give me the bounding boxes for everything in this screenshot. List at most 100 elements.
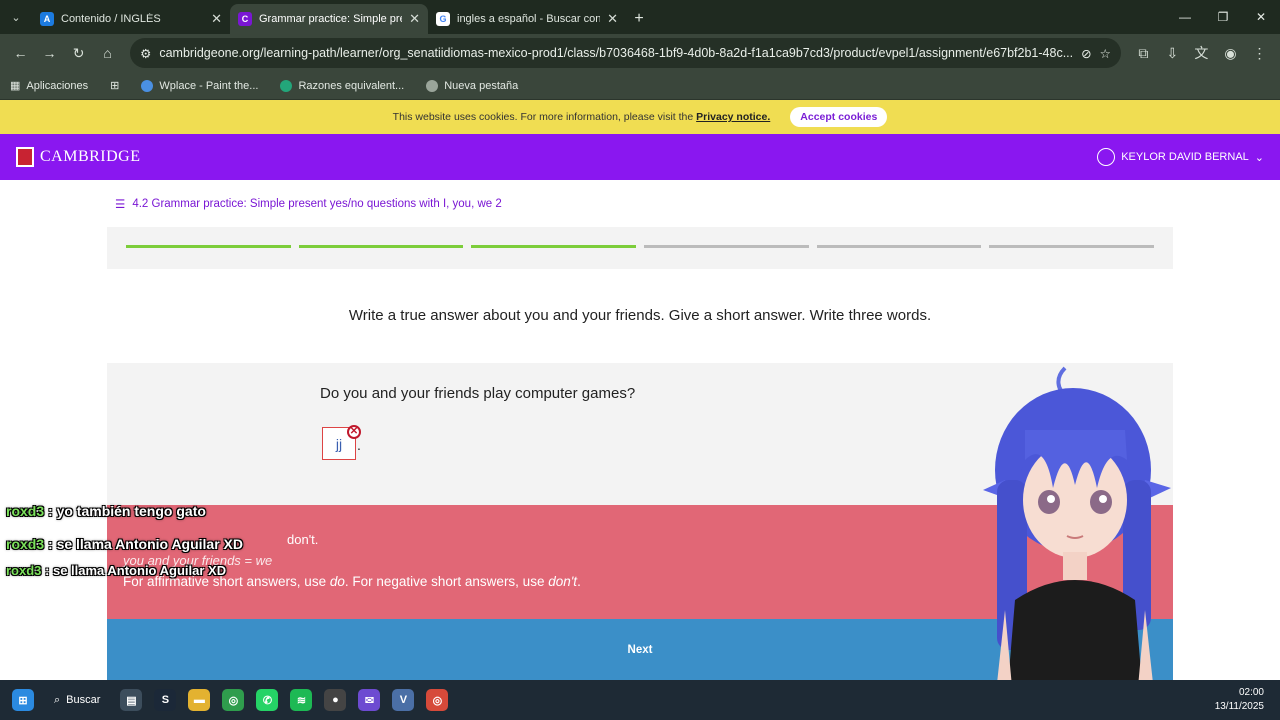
razones-icon [280,79,293,92]
chevron-down-icon: ⌄ [1254,151,1264,164]
chrome-alt-icon[interactable]: ◎ [426,689,449,711]
bookmark-label: Razones equivalent... [298,79,405,92]
browser-toolbar: ← → ↻ ⌂ ⚙ cambridgeone.org/learning-path… [0,34,1280,72]
forward-icon[interactable]: → [37,39,62,67]
chat-user: roxd3 [6,503,45,519]
rule-text: . For negative short answers, use [344,574,549,589]
tab-contenido[interactable]: A Contenido / INGLÉS ✕ [32,4,230,34]
bookmark-wplace[interactable]: Wplace - Paint the... [141,79,259,92]
tab-search-button[interactable]: ⌄ [0,0,32,34]
wplace-icon [141,79,154,92]
bookmark-label: Wplace - Paint the... [159,79,259,92]
grid-icon: ⊞ [110,80,120,92]
tab-favicon-icon: A [40,12,54,26]
privacy-notice-link[interactable]: Privacy notice. [696,111,770,123]
taskbar: ⊞ ⌕ Buscar ▤ S ▬ ◎ ✆ ≋ ● ✉ V ◎ [0,680,1280,720]
progress-segment [989,245,1155,248]
extensions-icon[interactable]: ⧉ [1131,39,1156,67]
back-icon[interactable]: ← [8,39,33,67]
site-info-icon[interactable]: ⚙ [140,46,151,61]
cookie-text: This website uses cookies. For more info… [392,111,694,123]
question-text: Do you and your friends play computer ga… [320,385,636,402]
chat-text: : se llama Antonio Aguilar XD [41,563,227,578]
address-bar[interactable]: ⚙ cambridgeone.org/learning-path/learner… [130,38,1121,68]
maximize-icon[interactable]: ❐ [1204,0,1242,34]
progress-segment [471,245,637,248]
bookmark-nueva[interactable]: Nueva pestaña [426,79,519,92]
taskbar-search[interactable]: ⌕ Buscar [46,694,108,707]
progress-segment [298,245,464,248]
clock-date: 13/11/2025 [1214,701,1264,712]
system-clock[interactable]: 02:00 13/11/2025 [1215,686,1264,714]
chat-text: : se llama Antonio Aguilar XD [44,536,244,552]
crest-icon [16,147,34,167]
cambridge-logo[interactable]: CAMBRIDGE [16,147,141,167]
feedback-answer: don't. [287,532,319,547]
tab-ingles-espanol[interactable]: G ingles a español - Buscar con G ✕ [428,4,626,34]
translate-icon[interactable]: 文 [1189,39,1214,67]
tab-title: Contenido / INGLÉS [61,13,161,25]
minimize-icon[interactable]: — [1166,0,1204,34]
answer-period: . [357,437,361,453]
apps-grid-icon: ▦ [10,80,21,92]
rule-text: . [577,574,581,589]
more-menu-icon[interactable]: ⋮ [1247,39,1272,67]
spotify-icon[interactable]: ≋ [290,689,313,711]
chat-message: roxd3 : se llama Antonio Aguilar XD [6,536,243,552]
close-tab-icon[interactable]: ✕ [409,11,420,27]
progress-bar [107,227,1173,269]
user-menu[interactable]: KEYLOR DAVID BERNAL ⌄ [1097,148,1264,166]
rule-keyword: don't [548,574,578,589]
rule-keyword: do [329,574,345,589]
close-tab-icon[interactable]: ✕ [607,11,618,27]
search-icon: ⌕ [54,693,61,706]
error-icon: ✕ [347,425,361,439]
osu-icon[interactable]: ● [324,689,347,711]
cookie-banner: This website uses cookies. For more info… [0,100,1280,134]
user-avatar-icon [1097,148,1116,166]
file-explorer-icon[interactable]: ▬ [188,689,211,711]
chat-user: roxd3 [6,536,45,552]
window-controls: — ❐ ✕ [1166,0,1280,34]
chat-user: roxd3 [6,563,42,578]
steam-icon[interactable]: S [154,689,177,711]
tab-title: ingles a español - Buscar con G [457,13,601,25]
chat-app-icon[interactable]: ✉ [358,689,381,711]
clock-time: 02:00 [1238,687,1264,698]
vscode-icon[interactable]: V [392,689,415,711]
bookmark-label: Nueva pestaña [444,79,519,92]
download-icon[interactable]: ⇩ [1160,39,1185,67]
tab-grammar-practice[interactable]: C Grammar practice: Simple prese ✕ [230,4,428,34]
tab-strip: ⌄ A Contenido / INGLÉS ✕ C Grammar pract… [0,0,1280,34]
eye-off-icon[interactable]: ⊘ [1081,46,1091,61]
close-tab-icon[interactable]: ✕ [211,11,222,27]
bookmark-grid[interactable]: ⊞ [110,79,119,92]
close-window-icon[interactable]: ✕ [1242,0,1280,34]
tab-title: Grammar practice: Simple prese [259,13,403,25]
chrome-icon[interactable]: ◎ [222,689,245,711]
profile-icon[interactable]: ◉ [1218,39,1243,67]
store-icon[interactable]: ▤ [120,689,143,711]
whatsapp-icon[interactable]: ✆ [256,689,279,711]
vtuber-avatar [983,366,1171,720]
progress-segment [816,245,982,248]
star-icon[interactable]: ☆ [1100,46,1111,61]
chat-message: roxd3 : se llama Antonio Aguilar XD [6,563,226,578]
windows-start-icon[interactable]: ⊞ [12,689,34,711]
instruction-text: Write a true answer about you and your f… [348,307,932,324]
globe-icon [426,79,439,92]
breadcrumb[interactable]: ☰ 4.2 Grammar practice: Simple present y… [115,197,502,211]
list-menu-icon[interactable]: ☰ [115,197,125,211]
home-icon[interactable]: ⌂ [95,39,120,67]
new-tab-button[interactable]: + [626,4,652,34]
accept-cookies-button[interactable]: Accept cookies [790,107,888,127]
progress-segment [644,245,809,248]
site-header: CAMBRIDGE KEYLOR DAVID BERNAL ⌄ [0,134,1280,180]
bookmarks-bar: ▦ Aplicaciones ⊞ Wplace - Paint the... Ra… [0,72,1280,100]
bookmark-apps[interactable]: ▦ Aplicaciones [10,79,89,93]
bookmark-razones[interactable]: Razones equivalent... [280,79,405,92]
url-text: cambridgeone.org/learning-path/learner/o… [159,46,1074,60]
bookmark-label: Aplicaciones [26,79,89,92]
reload-icon[interactable]: ↻ [66,39,91,67]
lesson-title: 4.2 Grammar practice: Simple present yes… [132,198,502,210]
